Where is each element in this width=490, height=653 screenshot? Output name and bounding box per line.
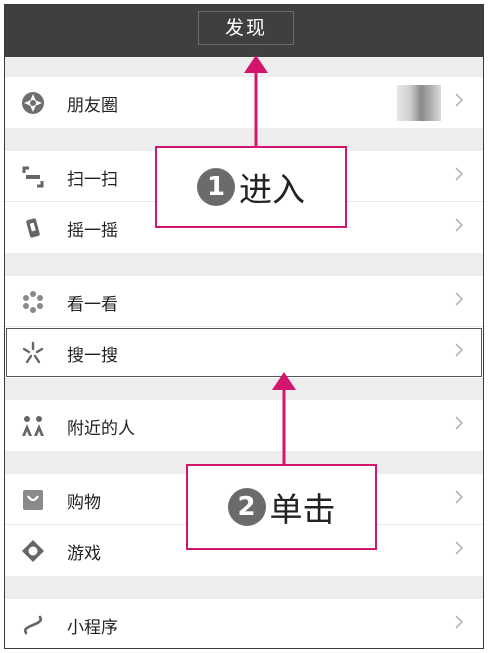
chevron-right-icon — [455, 292, 464, 306]
group-nearby: 附近的人 — [5, 400, 483, 451]
arrow-to-search — [272, 372, 296, 468]
menu-item-label: 小程序 — [67, 618, 118, 638]
chevron-right-icon — [455, 541, 464, 555]
chevron-right-icon — [455, 615, 464, 629]
page-title: 发现 — [198, 11, 294, 45]
menu-item-label: 扫一扫 — [67, 170, 118, 190]
games-icon — [19, 537, 47, 565]
menu-item-label: 附近的人 — [67, 419, 135, 439]
chevron-right-icon — [455, 416, 464, 430]
menu-item-label: 摇一摇 — [67, 221, 118, 241]
callout-step-1: 1 进入 — [155, 146, 347, 228]
arrow-to-title — [244, 55, 268, 151]
menu-item-label: 看一看 — [67, 295, 118, 315]
chevron-right-icon — [455, 93, 464, 107]
group-mini-programs: 小程序 — [5, 599, 483, 648]
step-number-badge: 1 — [197, 168, 235, 206]
scan-icon — [19, 163, 47, 191]
chevron-right-icon — [455, 167, 464, 181]
people-nearby-icon — [19, 412, 47, 440]
header-bar: 发现 — [5, 5, 483, 57]
menu-item-search[interactable]: 搜一搜 — [5, 327, 483, 378]
shopping-icon — [19, 486, 47, 514]
moments-icon — [19, 89, 47, 117]
menu-item-label: 购物 — [67, 493, 101, 513]
chevron-right-icon — [455, 343, 464, 357]
menu-item-top-stories[interactable]: 看一看 — [5, 276, 483, 327]
group-stories-search: 看一看 搜一搜 — [5, 276, 483, 378]
menu-item-label: 游戏 — [67, 544, 101, 564]
menu-item-label: 朋友圈 — [67, 96, 118, 116]
callout-step-2: 2 单击 — [186, 464, 377, 550]
app-frame: 发现 朋友圈 扫一扫 摇一摇 看一看 搜一搜 附近的人 购物 游戏 小程序 1 … — [4, 4, 484, 649]
mini-programs-icon — [19, 611, 47, 639]
chevron-right-icon — [455, 218, 464, 232]
menu-item-people-nearby[interactable]: 附近的人 — [5, 400, 483, 451]
shake-icon — [19, 214, 47, 242]
menu-item-mini-programs[interactable]: 小程序 — [5, 599, 483, 648]
friend-avatar — [397, 85, 441, 121]
callout-text: 进入 — [239, 170, 305, 209]
top-stories-icon — [19, 288, 47, 316]
search-icon — [19, 339, 47, 367]
chevron-right-icon — [455, 490, 464, 504]
step-number-badge: 2 — [227, 488, 266, 526]
menu-item-label: 搜一搜 — [67, 346, 118, 366]
callout-text: 单击 — [269, 490, 336, 529]
